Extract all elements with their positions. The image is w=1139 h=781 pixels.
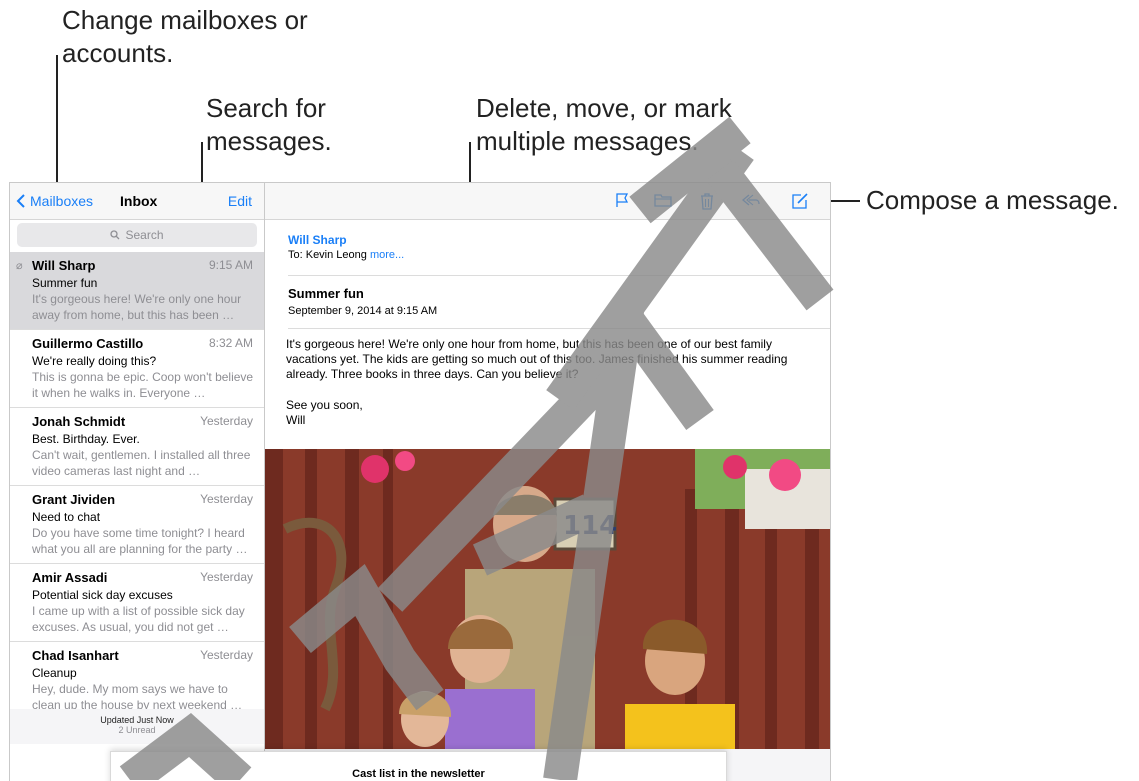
callout-search: Search for messages. [206,92,332,158]
compose-icon [792,193,808,209]
callout-mailboxes: Change mailboxes or accounts. [62,4,308,70]
trash-icon [701,193,713,210]
message-signature: Will [286,413,306,427]
message-list-item[interactable]: Jonah Schmidt Yesterday Best. Birthday. Ev… [10,408,264,486]
attached-photo[interactable]: 114 [265,449,830,749]
message-toolbar [265,183,830,220]
message-time: Yesterday [200,570,253,584]
mailboxes-back-button[interactable]: Mailboxes [16,193,93,209]
message-body-paragraph: It's gorgeous here! We're only one hour … [286,337,788,381]
header-divider [288,275,830,276]
draft-sheet-title: Cast list in the newsletter [352,768,485,780]
callout-search-line1: Search for [206,93,326,123]
message-sender-name: Chad Isanhart [32,648,119,663]
message-list-item[interactable]: Amir Assadi Yesterday Potential sick day e… [10,564,264,642]
message-preview: This is gonna be epic. Coop won't believ… [32,370,254,400]
message-list-pane: Mailboxes Inbox Edit Search ⌀ Will Sharp 9… [10,183,265,781]
subject-divider [288,328,830,329]
message-subject-line: We're really doing this? [32,354,157,368]
message-time: Yesterday [200,492,253,506]
message-preview: Can't wait, gentlemen. I installed all t… [32,448,251,478]
callout-edit: Delete, move, or mark multiple messages. [476,92,732,158]
message-subject-line: Summer fun [32,276,98,290]
more-recipients-link[interactable]: more... [370,249,404,261]
message-preview: Do you have some time tonight? I heard w… [32,526,248,556]
family-photo-image: 114 [265,449,830,749]
message-time: 9:15 AM [208,258,253,272]
message-preview: I came up with a list of possible sick d… [32,604,245,634]
message-list-item[interactable]: ⌀ Will Sharp 9:15 AM Summer fun It's gorgeou… [10,252,264,330]
message-signoff: See you soon, [286,398,363,412]
reply-button[interactable] [741,192,761,210]
search-icon [110,230,120,240]
message-list-item[interactable]: Grant Jividen Yesterday Need to chat Do you… [10,486,264,564]
message-sender-name: Grant Jividen [32,492,116,507]
recipient-text: To: Kevin Leong [288,249,367,261]
compose-button[interactable] [790,192,810,210]
message-time: Yesterday [200,414,253,428]
mailbox-status: Updated Just Now 2 Unread [10,709,264,744]
list-navigation-bar: Mailboxes Inbox Edit [10,183,264,220]
search-field[interactable]: Search [17,223,257,247]
callout-search-line2: messages. [206,126,332,156]
message-time: 8:32 AM [208,336,253,350]
mail-app-window: Mailboxes Inbox Edit Search ⌀ Will Sharp 9… [9,182,831,781]
message-sender-name: Will Sharp [32,258,96,273]
message-subject-line: Best. Birthday. Ever. [32,432,140,446]
reply-icon [741,194,760,206]
folder-icon [654,194,672,207]
message-subject-line: Potential sick day excuses [32,588,173,602]
paperclip-icon: ⌀ [16,260,23,272]
edit-button[interactable]: Edit [228,193,252,209]
move-button[interactable] [653,192,673,210]
draft-preview-sheet[interactable]: Cast list in the newsletter [110,751,727,781]
search-placeholder: Search [125,228,164,242]
message-body: It's gorgeous here! We're only one hour … [286,337,796,428]
message-preview: It's gorgeous here! We're only one hour … [32,292,242,322]
message-date: September 9, 2014 at 9:15 AM [288,305,438,317]
trash-button[interactable] [697,192,717,210]
message-subject: Summer fun [288,286,364,301]
callout-edit-line1: Delete, move, or mark [476,93,732,123]
mailboxes-back-label: Mailboxes [30,193,94,209]
callout-mailboxes-line1: Change mailboxes or [62,5,308,35]
leader-mailboxes [56,55,58,197]
flag-icon [616,193,629,207]
flag-button[interactable] [612,192,632,210]
message-subject-line: Need to chat [32,510,101,524]
message-recipients: To: Kevin Leong more... [288,249,404,261]
message-subject-line: Cleanup [32,666,77,680]
callout-compose: Compose a message. [866,185,1119,215]
house-number-plaque: 114 [563,511,617,541]
callout-mailboxes-line2: accounts. [62,38,174,68]
chevron-left-icon [16,194,25,208]
message-sender[interactable]: Will Sharp [288,233,347,247]
message-list-item[interactable]: Guillermo Castillo 8:32 AM We're really do… [10,330,264,408]
message-sender-name: Jonah Schmidt [32,414,126,429]
message-sender-name: Amir Assadi [32,570,108,585]
message-time: Yesterday [200,648,253,662]
unread-count: 2 Unread [118,725,156,735]
callout-edit-line2: multiple messages. [476,126,699,156]
inbox-title: Inbox [120,193,158,209]
message-sender-name: Guillermo Castillo [32,336,144,351]
updated-status: Updated Just Now [100,715,174,725]
